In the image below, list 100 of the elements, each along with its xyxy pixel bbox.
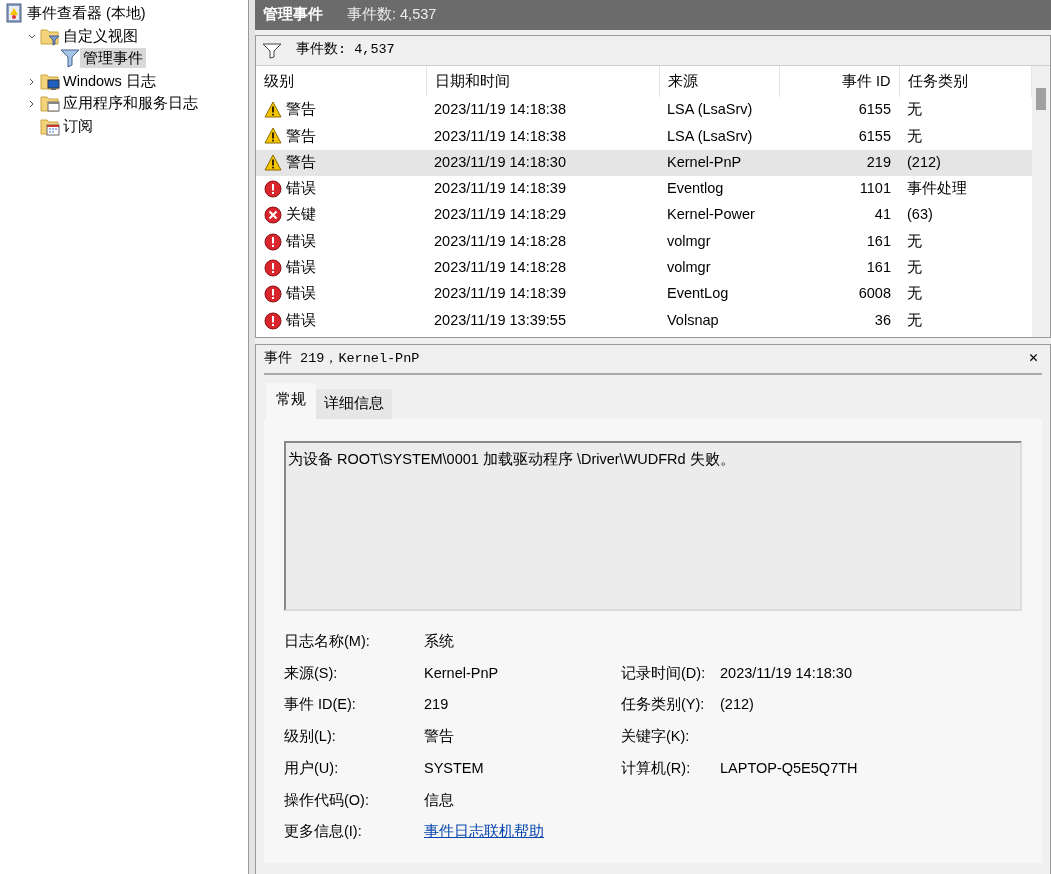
event-id-cell: 6155 [779, 97, 899, 124]
field-label: 操作代码(O): [284, 790, 370, 810]
scrollbar[interactable] [1032, 66, 1050, 337]
field-value: LAPTOP-Q5E5Q7TH [720, 758, 859, 778]
event-id-cell-text: 6008 [857, 284, 892, 304]
date-time-cell-text: 2023/11/19 14:18:28 [433, 258, 567, 278]
tree-item[interactable]: 管理事件 [80, 48, 146, 69]
tree-item[interactable]: Windows 日志 [60, 70, 159, 91]
field-value: Kernel-PnP [424, 663, 500, 683]
level-cell: 错误 [256, 281, 426, 308]
source-cell-text: volmgr [666, 258, 712, 278]
field-label: 关键字(K): [621, 727, 691, 746]
tab[interactable]: 常规 [266, 383, 316, 419]
source-cell: LSA (LsaSrv) [659, 97, 779, 124]
field-label: 用户(U): [284, 758, 340, 778]
tab[interactable]: 详细信息 [316, 389, 392, 419]
help-link[interactable]: 事件日志联机帮助 [424, 823, 544, 840]
source-cell: Eventlog [659, 175, 779, 203]
source-cell-text: volmgr [666, 231, 712, 251]
field-label: 来源(S): [284, 663, 339, 683]
scrollbar-thumb[interactable] [1036, 88, 1046, 110]
column-header[interactable]: 来源 [659, 66, 779, 97]
field-value: 系统 [424, 631, 455, 651]
date-time-cell-text: 2023/11/19 14:18:39 [433, 284, 567, 304]
date-time-cell: 2023/11/19 14:18:38 [426, 97, 659, 124]
expand-icon[interactable] [28, 100, 36, 109]
error-icon [264, 258, 282, 277]
warning-icon [264, 101, 282, 120]
level-cell: 关键 [256, 202, 426, 229]
field-label: 任务类别(Y): [621, 695, 706, 715]
field-label: 计算机(R): [621, 758, 692, 778]
category-cell-text: 无 [906, 284, 923, 304]
field-value: 2023/11/19 14:18:30 [720, 663, 853, 683]
field-label: 事件 ID(E): [284, 695, 357, 715]
field-label: 日志名称(M): [284, 631, 371, 651]
source-cell: Kernel-PnP [659, 149, 779, 176]
event-id-cell-text: 161 [865, 258, 892, 278]
log-book-icon[interactable] [4, 3, 24, 24]
level-cell: 错误 [256, 175, 426, 203]
field-label: 级别(L): [284, 727, 337, 746]
source-cell-text: Volsnap [666, 310, 720, 330]
level-cell: 警告 [256, 97, 426, 124]
critical-icon [264, 206, 282, 225]
column-header[interactable]: 日期和时间 [426, 66, 659, 97]
source-cell-text: Kernel-Power [666, 205, 756, 225]
event-count: 事件数: 4,537 [347, 5, 437, 25]
column-header[interactable]: 事件 ID [779, 66, 899, 97]
event-count: 事件数: 4,537 [296, 40, 395, 60]
category-cell: 无 [899, 123, 1032, 150]
field-label: 更多信息(I): [284, 822, 363, 842]
tree-item[interactable]: 应用程序和服务日志 [60, 93, 201, 114]
event-id-cell-text: 161 [865, 231, 892, 251]
tree-item[interactable]: 事件查看器 (本地) [24, 3, 149, 24]
category-cell-text: 无 [906, 258, 923, 278]
category-cell: 事件处理 [899, 175, 1032, 203]
date-time-cell: 2023/11/19 14:18:30 [426, 149, 659, 176]
collapse-icon[interactable] [28, 32, 36, 41]
source-cell-text: EventLog [666, 284, 730, 304]
field-value: 信息 [424, 790, 455, 810]
detail-title: 事件 219，Kernel-PnP [264, 349, 420, 368]
event-id-cell-text: 36 [873, 310, 892, 330]
warning-icon [264, 127, 282, 146]
warning-icon [264, 153, 282, 172]
source-cell: LSA (LsaSrv) [659, 123, 779, 150]
tree-item[interactable]: 订阅 [60, 115, 96, 136]
level-cell: 错误 [256, 307, 426, 334]
event-message: 为设备 ROOT\SYSTEM\0001 加载驱动程序 \Driver\WUDFRd 失败。 [288, 450, 735, 467]
error-icon [264, 285, 282, 304]
category-cell-text: 无 [906, 310, 923, 330]
level-cell: 警告 [256, 149, 426, 176]
event-id-cell-text: 41 [873, 205, 892, 225]
category-cell: (212) [899, 149, 1032, 176]
expand-icon[interactable] [28, 77, 36, 86]
level-cell: 错误 [256, 228, 426, 255]
field-label: 记录时间(D): [621, 663, 707, 683]
column-header[interactable]: 任务类别 [899, 66, 1032, 97]
date-time-cell: 2023/11/19 14:18:39 [426, 175, 659, 203]
tree-item[interactable]: 自定义视图 [60, 25, 141, 46]
event-id-cell: 1101 [779, 175, 899, 203]
date-time-cell-text: 2023/11/19 13:39:55 [433, 310, 567, 330]
date-time-cell: 2023/11/19 14:18:38 [426, 123, 659, 150]
category-cell-text: (63) [906, 205, 934, 225]
date-time-cell-text: 2023/11/19 14:18:28 [433, 231, 567, 251]
error-icon [264, 232, 282, 251]
level-cell: 警告 [256, 123, 426, 150]
level-cell: 错误 [256, 254, 426, 282]
category-cell-text: 无 [906, 231, 923, 251]
field-value: SYSTEM [424, 758, 485, 778]
column-header[interactable]: 级别 [256, 66, 426, 97]
field-value: 219 [424, 695, 450, 715]
pane-title: 管理事件 [263, 5, 323, 25]
date-time-cell-text: 2023/11/19 14:18:29 [433, 205, 567, 225]
filter-icon[interactable] [262, 42, 282, 59]
category-cell: 无 [899, 97, 1032, 124]
error-icon [264, 311, 282, 330]
event-id-cell: 6155 [779, 123, 899, 150]
event-id-cell: 219 [779, 149, 899, 176]
field-value: (212) [720, 695, 755, 715]
error-icon [264, 180, 282, 199]
close-button[interactable]: ✕ [1024, 347, 1042, 371]
